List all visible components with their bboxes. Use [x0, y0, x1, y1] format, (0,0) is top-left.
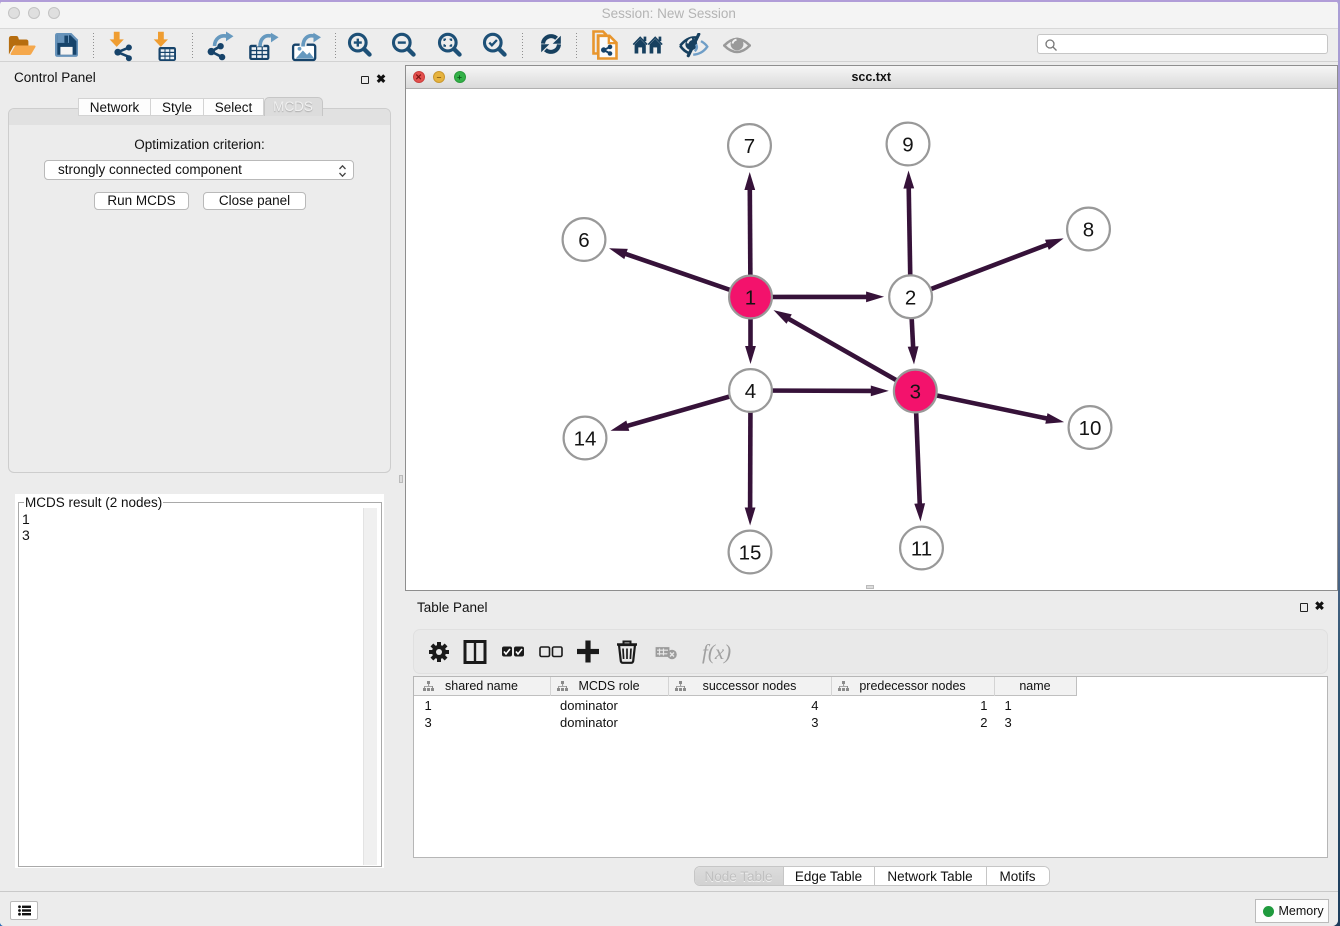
- svg-text:9: 9: [902, 134, 913, 157]
- svg-text:2: 2: [905, 286, 916, 309]
- svg-text:8: 8: [1083, 219, 1094, 242]
- svg-text:10: 10: [1079, 417, 1102, 440]
- svg-text:4: 4: [745, 380, 756, 403]
- svg-text:15: 15: [739, 542, 762, 565]
- svg-text:3: 3: [910, 381, 921, 404]
- svg-text:1: 1: [745, 287, 756, 310]
- svg-text:f(x): f(x): [702, 640, 731, 664]
- svg-text:6: 6: [578, 229, 589, 252]
- svg-text:7: 7: [744, 135, 755, 158]
- svg-text:11: 11: [911, 538, 932, 561]
- svg-text:14: 14: [574, 428, 597, 451]
